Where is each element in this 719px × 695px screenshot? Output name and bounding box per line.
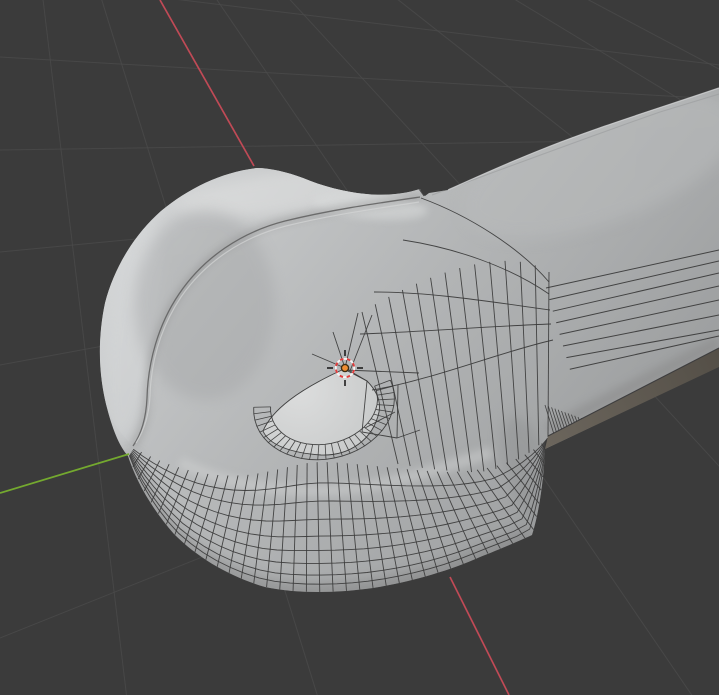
viewport-3d[interactable] xyxy=(0,0,719,695)
object-origin-dot xyxy=(340,363,350,373)
inner-shadow xyxy=(135,210,275,400)
viewport-scene xyxy=(0,0,719,695)
